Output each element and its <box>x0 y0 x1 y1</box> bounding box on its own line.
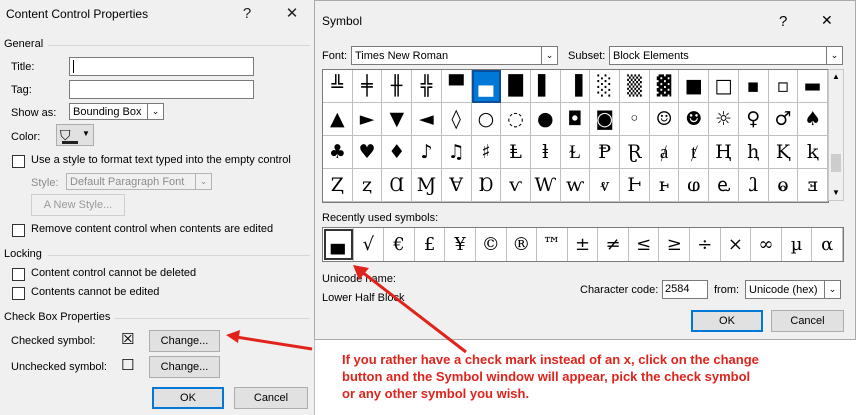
arrow-to-change-button <box>235 335 313 351</box>
annotation-text: If you rather have a check mark instead … <box>342 352 759 401</box>
arrowhead-icon <box>353 265 369 280</box>
arrow-to-check-symbol <box>361 270 467 354</box>
arrowhead-icon <box>226 330 240 343</box>
